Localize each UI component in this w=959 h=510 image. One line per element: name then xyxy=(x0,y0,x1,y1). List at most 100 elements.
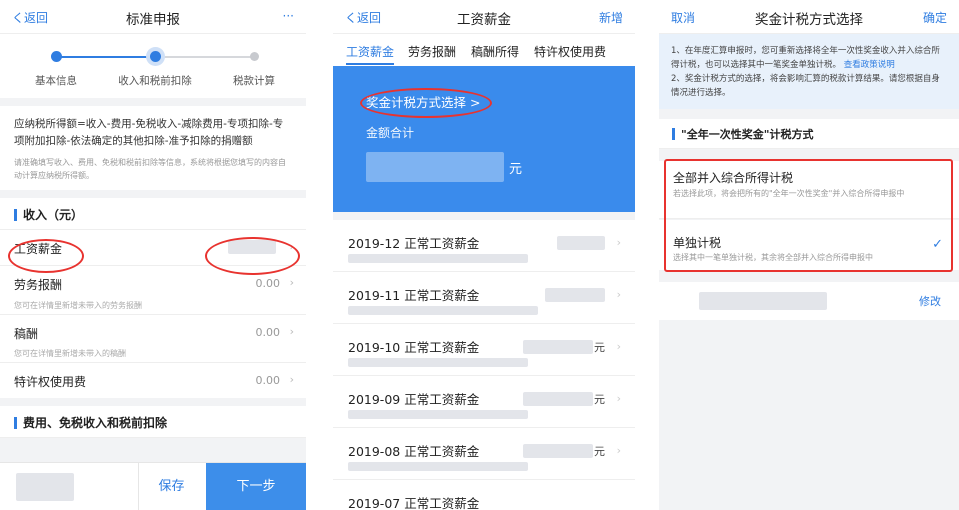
screen-standard-declaration: く返回 标准申报 ··· 基本信息 收入和税前扣除 税款计算 应纳税所得额=收入… xyxy=(0,0,306,510)
chevron-right-icon: › xyxy=(616,392,621,405)
navbar: く返回 工资薪金 新增 xyxy=(333,0,635,34)
income-tabs: 工资薪金 劳务报酬 稿酬所得 特许权使用费 xyxy=(333,34,635,66)
highlight-ellipse xyxy=(205,237,300,275)
row-label: 稿酬 xyxy=(14,327,39,341)
row-royalty-fees[interactable]: 特许权使用费 0.00 › xyxy=(0,362,306,398)
chevron-right-icon: › xyxy=(289,276,294,289)
blurred-bonus-detail xyxy=(699,292,827,310)
blurred-amount xyxy=(557,236,605,250)
divider xyxy=(333,212,635,220)
salary-period: 2019-10 正常工资薪金 xyxy=(348,340,480,355)
row-hint: 您可在详情里新增未带入的劳务报酬 xyxy=(14,301,142,310)
row-value: 0.00 xyxy=(255,277,281,290)
currency-unit: 元 xyxy=(594,341,605,354)
notice-text-1: 1、在年度汇算申报时，您可重新选择将全年一次性奖金收入并入综合所得计税，也可以选… xyxy=(671,46,940,70)
currency-unit: 元 xyxy=(509,162,523,177)
salary-period: 2019-09 正常工资薪金 xyxy=(348,392,480,407)
tab-manuscript[interactable]: 稿酬所得 xyxy=(471,43,519,60)
more-menu-button[interactable]: ··· xyxy=(283,9,294,23)
row-value: 0.00 xyxy=(255,374,281,387)
wages-summary-card: 奖金计税方式选择 > 金额合计 元 xyxy=(333,66,635,212)
deduction-section-header: 费用、免税收入和税前扣除 xyxy=(0,406,306,438)
step-dot-tax xyxy=(250,52,259,61)
blurred-total-amount xyxy=(366,152,504,182)
blurred-detail xyxy=(348,410,528,419)
highlight-ellipse xyxy=(8,239,84,273)
taxable-income-formula: 应纳税所得额=收入-费用-免税收入-减除费用-专项扣除-专项附加扣除-依法确定的… xyxy=(14,118,284,147)
blurred-detail xyxy=(348,254,528,263)
chevron-right-icon: › xyxy=(289,373,294,386)
step-label-income: 收入和税前扣除 xyxy=(118,75,192,87)
selected-bonus-row: 修改 xyxy=(659,282,959,320)
navbar: く返回 标准申报 ··· xyxy=(0,0,306,34)
blurred-amount xyxy=(523,340,593,354)
progress-stepper: 基本信息 收入和税前扣除 税款计算 xyxy=(0,34,306,98)
blurred-detail xyxy=(348,306,538,315)
method-section-title: "全年一次性奖金"计税方式 xyxy=(681,128,814,141)
formula-box: 应纳税所得额=收入-费用-免税收入-减除费用-专项扣除-专项附加扣除-依法确定的… xyxy=(0,106,306,190)
salary-period: 2019-12 正常工资薪金 xyxy=(348,236,480,251)
chevron-right-icon: › xyxy=(616,288,621,301)
row-value: 0.00 xyxy=(255,326,281,339)
step-line-pending xyxy=(155,56,255,58)
row-royalties-manuscript[interactable]: 稿酬 0.00 › 您可在详情里新增未带入的稿酬 xyxy=(0,314,306,362)
active-tab-indicator xyxy=(346,63,394,65)
blurred-detail xyxy=(348,462,528,471)
screen-bonus-tax-method: 取消 奖金计税方式选择 确定 1、在年度汇算申报时，您可重新选择将全年一次性奖金… xyxy=(659,0,959,510)
page-title: 奖金计税方式选择 xyxy=(755,12,863,28)
add-button[interactable]: 新增 xyxy=(599,9,623,26)
salary-period: 2019-08 正常工资薪金 xyxy=(348,444,480,459)
formula-note: 请准确填写收入、费用、免税和税前扣除等信息，系统将根据您填写的内容自动计算应纳税… xyxy=(14,158,286,180)
blurred-total xyxy=(16,473,74,501)
chevron-right-icon: › xyxy=(289,325,294,338)
salary-period: 2019-11 正常工资薪金 xyxy=(348,288,480,303)
row-label: 劳务报酬 xyxy=(14,278,63,292)
currency-unit: 元 xyxy=(594,445,605,458)
income-section-title: 收入（元） xyxy=(23,208,84,222)
income-section-header: 收入（元） xyxy=(0,198,306,230)
chevron-right-icon: › xyxy=(616,236,621,249)
page-title: 工资薪金 xyxy=(457,12,511,28)
tab-wages[interactable]: 工资薪金 xyxy=(346,43,394,60)
blurred-amount xyxy=(523,444,593,458)
list-item[interactable]: 2019-11 正常工资薪金 › xyxy=(333,272,635,324)
list-item[interactable]: 2019-10 正常工资薪金 元 › xyxy=(333,324,635,376)
step-line-done xyxy=(56,56,155,58)
blurred-detail xyxy=(348,358,528,367)
footer-bar: 保存 下一步 xyxy=(0,462,306,510)
list-item[interactable]: 2019-09 正常工资薪金 元 › xyxy=(333,376,635,428)
notice-text-2: 2、奖金计税方式的选择，将会影响汇算的税款计算结果。请您根据自身情况进行选择。 xyxy=(671,74,940,98)
next-step-button[interactable]: 下一步 xyxy=(206,463,306,510)
section-accent-bar xyxy=(14,209,17,221)
policy-link[interactable]: 查看政策说明 xyxy=(844,60,895,70)
section-accent-bar xyxy=(14,417,17,429)
step-dot-income xyxy=(150,51,161,62)
tab-royalty[interactable]: 特许权使用费 xyxy=(534,43,606,60)
list-item[interactable]: 2019-08 正常工资薪金 元 › xyxy=(333,428,635,480)
step-label-tax: 税款计算 xyxy=(233,75,275,87)
deduction-section-title: 费用、免税收入和税前扣除 xyxy=(23,416,168,430)
step-label-basic: 基本信息 xyxy=(35,75,77,87)
page-title: 标准申报 xyxy=(126,12,180,28)
highlight-ellipse xyxy=(360,88,492,118)
blurred-amount xyxy=(523,392,593,406)
row-hint: 您可在详情里新增未带入的稿酬 xyxy=(14,349,126,358)
save-button[interactable]: 保存 xyxy=(138,463,204,510)
policy-notice: 1、在年度汇算申报时，您可重新选择将全年一次性奖金收入并入综合所得计税，也可以选… xyxy=(659,34,959,109)
list-item[interactable]: 2019-07 正常工资薪金 xyxy=(333,480,635,510)
blurred-amount xyxy=(545,288,605,302)
highlight-rectangle xyxy=(664,159,953,272)
method-section-header: "全年一次性奖金"计税方式 xyxy=(659,119,959,149)
confirm-button[interactable]: 确定 xyxy=(923,9,947,26)
step-dot-basic xyxy=(51,51,62,62)
row-label: 特许权使用费 xyxy=(14,375,87,389)
modify-button[interactable]: 修改 xyxy=(919,293,941,309)
total-amount-label: 金额合计 xyxy=(366,126,415,140)
salary-period: 2019-07 正常工资薪金 xyxy=(348,496,480,510)
section-accent-bar xyxy=(672,128,675,140)
tab-labor[interactable]: 劳务报酬 xyxy=(408,43,456,60)
list-item[interactable]: 2019-12 正常工资薪金 › xyxy=(333,220,635,272)
currency-unit: 元 xyxy=(594,393,605,406)
chevron-right-icon: › xyxy=(616,340,621,353)
chevron-right-icon: › xyxy=(616,444,621,457)
